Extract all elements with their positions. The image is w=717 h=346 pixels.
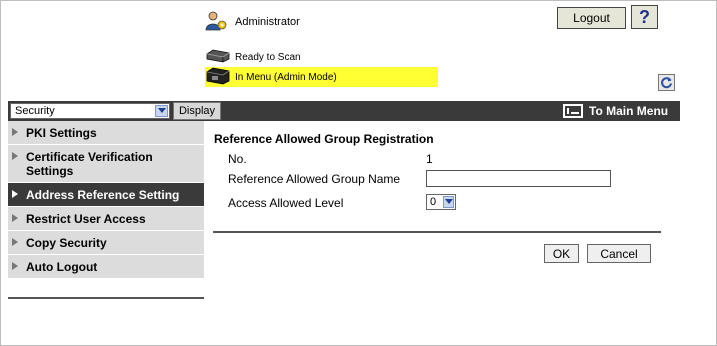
user-label: Administrator: [235, 16, 300, 28]
sidebar: PKI Settings Certificate Verification Se…: [8, 121, 204, 279]
sidebar-item-copy-security[interactable]: Copy Security: [8, 231, 204, 255]
refresh-icon[interactable]: [658, 74, 675, 91]
category-selected-value: Security: [15, 105, 55, 117]
no-label: No.: [228, 152, 247, 166]
sidebar-item-label: Auto Logout: [26, 260, 98, 274]
access-level-value: 0: [430, 196, 437, 208]
dropdown-arrow-icon: [443, 196, 454, 208]
group-name-input[interactable]: [426, 170, 611, 187]
content-divider: [213, 231, 661, 233]
sidebar-item-label: Restrict User Access: [26, 212, 146, 226]
sidebar-item-address-reference[interactable]: Address Reference Setting: [8, 183, 204, 207]
main-menu-link[interactable]: To Main Menu: [563, 101, 668, 121]
sidebar-item-restrict-user-access[interactable]: Restrict User Access: [8, 207, 204, 231]
display-button[interactable]: Display: [173, 102, 221, 120]
scanner-ready-icon: [205, 48, 231, 67]
cancel-button[interactable]: Cancel: [587, 244, 651, 263]
nav-triangle-icon: [12, 128, 18, 136]
nav-triangle-icon: [12, 214, 18, 222]
ok-button[interactable]: OK: [544, 244, 579, 263]
nav-triangle-icon: [12, 190, 18, 198]
access-level-select[interactable]: 0: [426, 194, 456, 210]
status-ready: Ready to Scan: [205, 49, 301, 65]
access-level-label: Access Allowed Level: [228, 196, 344, 210]
status-ready-text: Ready to Scan: [235, 51, 301, 63]
status-mode: In Menu (Admin Mode): [205, 67, 438, 87]
nav-triangle-icon: [12, 262, 18, 270]
sidebar-item-label: Address Reference Setting: [26, 188, 180, 202]
dropdown-arrow-icon: [155, 105, 168, 117]
sidebar-item-pki-settings[interactable]: PKI Settings: [8, 121, 204, 145]
sidebar-item-auto-logout[interactable]: Auto Logout: [8, 255, 204, 279]
help-icon[interactable]: ?: [631, 5, 658, 29]
sidebar-item-certificate-verification[interactable]: Certificate Verification Settings: [8, 145, 204, 183]
sidebar-item-label: Certificate Verification Settings: [26, 150, 153, 178]
sidebar-item-label: Copy Security: [26, 236, 107, 250]
sidebar-item-label: PKI Settings: [26, 126, 97, 140]
printer-menu-icon: [205, 66, 231, 89]
main-menu-label: To Main Menu: [589, 104, 669, 118]
nav-triangle-icon: [12, 238, 18, 246]
category-select[interactable]: Security: [10, 103, 170, 119]
status-mode-text: In Menu (Admin Mode): [235, 71, 337, 83]
admin-user-icon: [205, 11, 229, 34]
user-info: Administrator: [205, 11, 300, 33]
nav-triangle-icon: [12, 152, 18, 160]
no-value: 1: [426, 152, 433, 166]
main-menu-icon: [563, 104, 583, 118]
group-name-label: Reference Allowed Group Name: [228, 172, 401, 186]
logout-button[interactable]: Logout: [557, 7, 626, 29]
sidebar-divider: [8, 297, 204, 299]
page-title: Reference Allowed Group Registration: [214, 132, 434, 146]
